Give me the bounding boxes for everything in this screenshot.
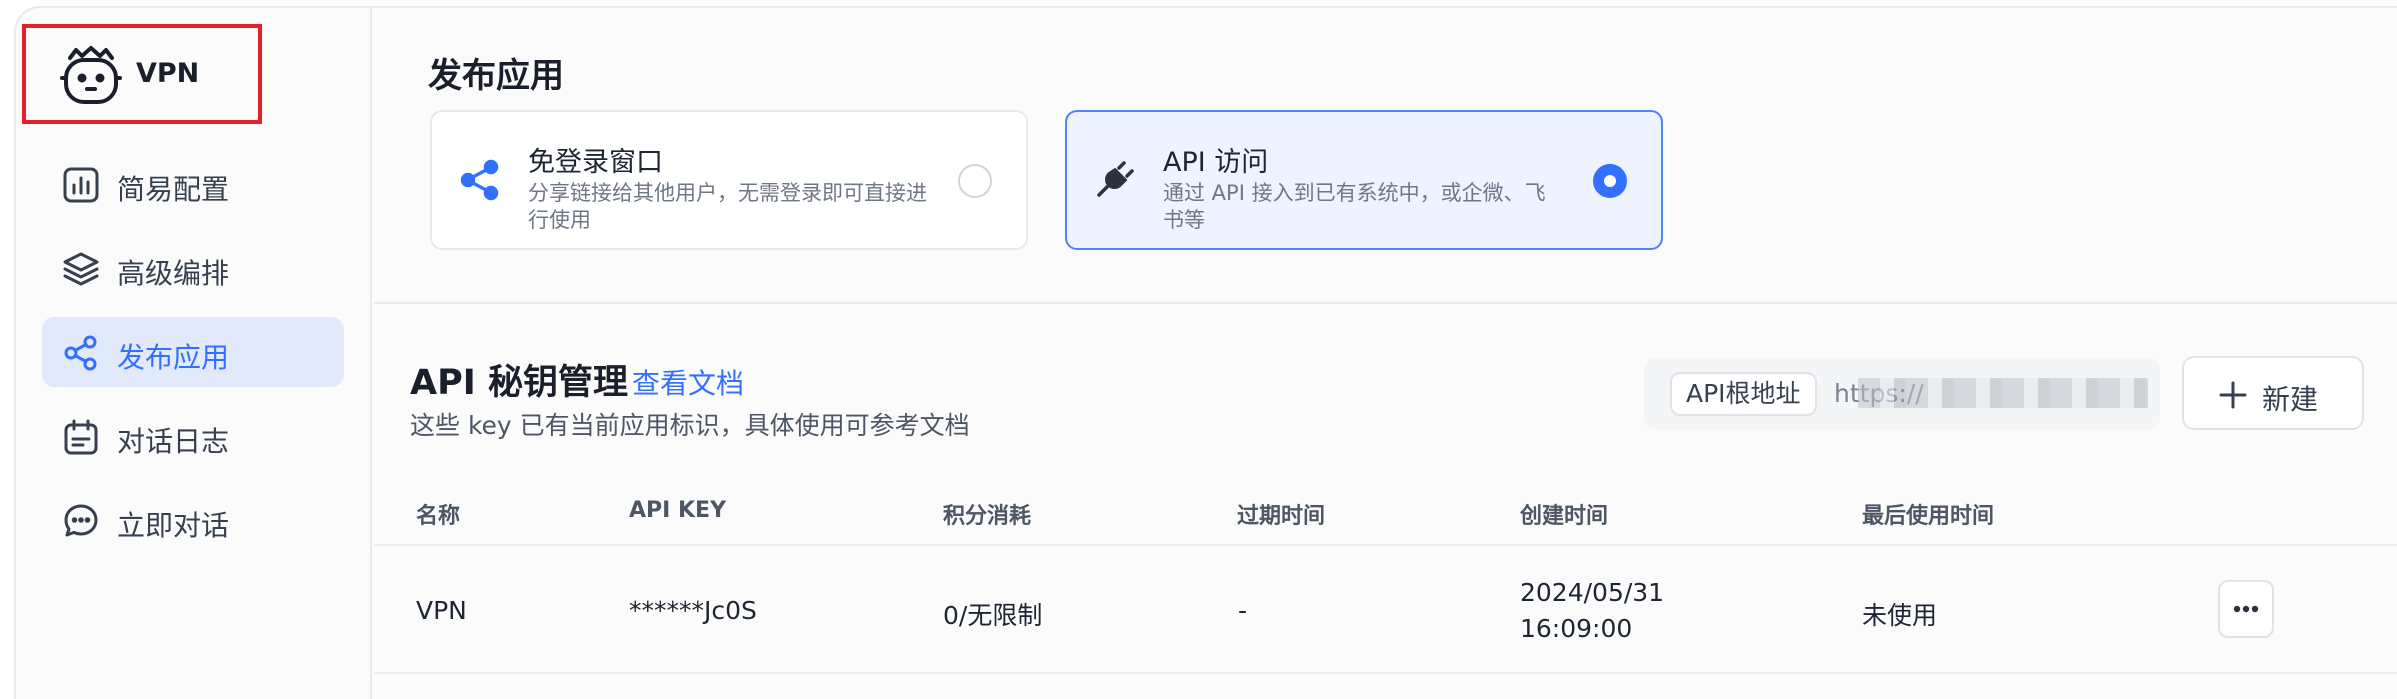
option-description: 分享链接给其他用户，无需登录即可直接进行使用 [528, 181, 927, 232]
sidebar: VPN 简易配置 高级编排 发布应用 对话日志 立即对话 [14, 6, 372, 699]
row-more-button[interactable] [2218, 580, 2274, 638]
option-description: 通过 API 接入到已有系统中，或企微、飞书等 [1163, 181, 1546, 232]
sidebar-item-label: 简易配置 [117, 173, 230, 206]
sidebar-item-label: 发布应用 [117, 341, 230, 374]
sidebar-item-label: 高级编排 [117, 257, 230, 290]
plus-icon [2219, 381, 2247, 409]
sidebar-item-simple-config[interactable]: 简易配置 [42, 149, 344, 219]
option-title: API 访问 [1163, 147, 1269, 178]
option-title: 免登录窗口 [528, 147, 663, 178]
new-key-button[interactable]: 新建 [2182, 356, 2364, 430]
new-key-label: 新建 [2262, 383, 2319, 416]
column-header-credits: 积分消耗 [943, 504, 1032, 529]
cell-last-used: 未使用 [1862, 601, 1938, 630]
plug-icon [1097, 161, 1134, 197]
page-title: 发布应用 [428, 56, 564, 96]
robot-icon [60, 46, 122, 104]
calendar-icon [64, 419, 98, 455]
column-header-last-used: 最后使用时间 [1862, 504, 1995, 529]
option-radio[interactable] [1593, 164, 1627, 198]
api-section-subtitle: 这些 key 已有当前应用标识，具体使用可参考文档 [410, 411, 970, 440]
cell-created-time: 16:09:00 [1520, 614, 1633, 643]
cell-name: VPN [416, 596, 467, 625]
api-base-url[interactable]: API根地址 https:// [1644, 358, 2160, 430]
api-section-title: API 秘钥管理 [410, 363, 628, 403]
sidebar-item-chat[interactable]: 立即对话 [42, 485, 344, 555]
sidebar-item-label: 立即对话 [117, 509, 230, 542]
option-radio[interactable] [958, 164, 992, 198]
app-header[interactable]: VPN [22, 24, 262, 124]
share-nodes-icon [460, 159, 499, 201]
column-header-created: 创建时间 [1520, 504, 1609, 529]
cell-api-key: ******Jc0S [629, 596, 757, 625]
table-header-divider [374, 544, 2397, 546]
column-header-api-key: API KEY [629, 498, 727, 523]
layers-icon [63, 252, 99, 286]
bar-chart-icon [63, 167, 99, 203]
column-header-name: 名称 [416, 504, 461, 529]
divider [374, 302, 2397, 304]
more-dots-icon [2233, 605, 2259, 613]
table-row-divider [374, 672, 2397, 674]
cell-credits: 0/无限制 [943, 601, 1043, 630]
sidebar-item-label: 对话日志 [117, 425, 230, 458]
cell-created-date: 2024/05/31 [1520, 578, 1665, 607]
option-card-api-access[interactable]: API 访问 通过 API 接入到已有系统中，或企微、飞书等 [1065, 110, 1663, 250]
sidebar-item-logs[interactable]: 对话日志 [42, 401, 344, 471]
api-base-url-label: API根地址 [1670, 372, 1817, 416]
view-docs-link[interactable]: 查看文档 [632, 362, 744, 402]
share-icon [64, 335, 97, 371]
cell-expire: - [1238, 596, 1248, 625]
sidebar-item-publish[interactable]: 发布应用 [42, 317, 344, 387]
column-header-expire: 过期时间 [1237, 504, 1326, 529]
redacted-url-overlay [1858, 378, 2148, 408]
app-title: VPN [136, 58, 200, 89]
option-card-share-link[interactable]: 免登录窗口 分享链接给其他用户，无需登录即可直接进行使用 [430, 110, 1028, 250]
sidebar-item-advanced[interactable]: 高级编排 [42, 233, 344, 303]
chat-bubble-icon [64, 504, 98, 537]
